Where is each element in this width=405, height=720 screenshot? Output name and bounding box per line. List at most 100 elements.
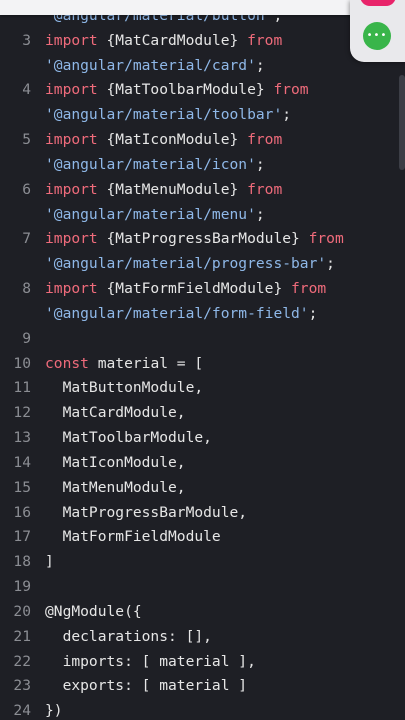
code-token: ; (255, 56, 265, 74)
code-token: ; (326, 255, 335, 273)
code-text: import {MatMenuModule} from (45, 178, 282, 203)
more-options-button[interactable]: ••• (363, 22, 391, 50)
code-text: '@angular/material/form-field'; (45, 302, 317, 327)
line-number: 4 (22, 81, 31, 99)
code-token: {MatFormFieldModule} (97, 280, 292, 298)
code-text: @NgModule({ (45, 600, 142, 625)
line-number: 6 (22, 180, 31, 198)
record-indicator[interactable] (360, 0, 396, 6)
code-line: 21 declarations: [], (0, 625, 400, 650)
code-line: '@angular/material/form-field'; (0, 302, 400, 327)
code-text: MatIconModule, (45, 451, 186, 476)
keyword-token: from (247, 131, 283, 149)
line-number: 9 (22, 329, 31, 347)
code-text: '@angular/material/card'; (45, 54, 265, 79)
line-number: 5 (22, 131, 31, 149)
code-text: ] (45, 550, 54, 575)
code-token: imports: [ material ], (45, 652, 256, 670)
line-number: 23 (13, 677, 31, 695)
code-line: 11 MatButtonModule, (0, 376, 400, 401)
code-token: MatIconModule, (45, 453, 186, 471)
string-token: '@angular/material/menu' (45, 205, 256, 223)
string-token: '@angular/material/toolbar' (45, 106, 283, 124)
top-bar (0, 0, 405, 15)
line-number: 14 (13, 453, 31, 471)
code-line: 19 (0, 575, 400, 600)
code-token: MatButtonModule, (45, 379, 204, 397)
code-text: }) (45, 699, 63, 720)
line-number: 19 (13, 578, 31, 596)
string-token: '@angular/material/card' (45, 56, 256, 74)
keyword-token: from (308, 230, 344, 248)
code-token: MatToolbarModule, (45, 429, 212, 447)
code-token: MatFormFieldModule (45, 528, 221, 546)
code-text: MatFormFieldModule (45, 525, 221, 550)
code-line: 18] (0, 550, 400, 575)
code-token: @NgModule({ (45, 602, 142, 620)
code-text: '@angular/material/icon'; (45, 153, 265, 178)
code-token: ; (282, 106, 292, 124)
line-number: 10 (13, 354, 31, 372)
code-text: '@angular/material/menu'; (45, 203, 265, 228)
keyword-token: import (45, 81, 98, 99)
keyword-token: import (45, 230, 98, 248)
code-text: MatProgressBarModule, (45, 501, 248, 526)
line-number: 16 (13, 503, 31, 521)
code-line: '@angular/material/progress-bar'; (0, 252, 400, 277)
code-viewer-screen: '@angular/material/button'; 3 import {MatC… (0, 0, 405, 720)
string-token: '@angular/material/icon' (45, 155, 256, 173)
line-number: 13 (13, 429, 31, 447)
code-token: material = [ (88, 354, 204, 372)
code-line: 4 import {MatToolbarModule} from (0, 78, 400, 103)
code-line: 3 import {MatCardModule} from (0, 29, 400, 54)
code-token: MatCardModule, (45, 404, 186, 422)
line-number: 11 (13, 379, 31, 397)
line-number: 7 (22, 230, 31, 248)
line-number: 12 (13, 404, 31, 422)
code-line: 22 imports: [ material ], (0, 650, 400, 675)
string-token: '@angular/material/form-field' (45, 304, 309, 322)
code-line: 8 import {MatFormFieldModule} from (0, 277, 400, 302)
code-text: MatButtonModule, (45, 376, 204, 401)
code-line: 15 MatMenuModule, (0, 476, 400, 501)
code-line: 9 (0, 327, 400, 352)
code-line: '@angular/material/icon'; (0, 153, 400, 178)
code-text: import {MatCardModule} from (45, 29, 282, 54)
keyword-token: import (45, 280, 98, 298)
code-token: {MatProgressBarModule} (97, 230, 309, 248)
code-token: {MatMenuModule} (97, 180, 248, 198)
code-token: ; (308, 304, 318, 322)
code-text: '@angular/material/toolbar'; (45, 103, 291, 128)
code-text: import {MatIconModule} from (45, 128, 282, 153)
code-line: '@angular/material/toolbar'; (0, 103, 400, 128)
code-text: exports: [ material ] (45, 674, 248, 699)
code-token: ] (45, 553, 54, 571)
code-line: 24}) (0, 699, 400, 720)
code-editor[interactable]: '@angular/material/button'; 3 import {MatC… (0, 4, 400, 720)
line-number: 22 (13, 652, 31, 670)
code-token: MatMenuModule, (45, 478, 186, 496)
floating-panel: ••• (350, 0, 405, 62)
code-line: 5 import {MatIconModule} from (0, 128, 400, 153)
code-token: declarations: [], (45, 627, 212, 645)
code-line: 14 MatIconModule, (0, 451, 400, 476)
keyword-token: const (45, 354, 89, 372)
code-text: imports: [ material ], (45, 650, 256, 675)
code-token: {MatToolbarModule} (97, 81, 274, 99)
keyword-token: from (247, 180, 283, 198)
keyword-token: import (45, 131, 98, 149)
code-token: ; (255, 205, 265, 223)
code-line: 7 import {MatProgressBarModule} from (0, 227, 400, 252)
code-text: import {MatToolbarModule} from (45, 78, 309, 103)
string-token: '@angular/material/progress-bar' (45, 255, 327, 273)
code-line: '@angular/material/menu'; (0, 203, 400, 228)
code-text: '@angular/material/progress-bar'; (45, 252, 335, 277)
code-line: '@angular/material/card'; (0, 54, 400, 79)
code-text: MatToolbarModule, (45, 426, 212, 451)
code-line: 12 MatCardModule, (0, 401, 400, 426)
scrollbar-thumb[interactable] (399, 75, 405, 170)
code-line: 6 import {MatMenuModule} from (0, 178, 400, 203)
code-text: MatMenuModule, (45, 476, 186, 501)
code-line: 17 MatFormFieldModule (0, 525, 400, 550)
keyword-token: from (291, 280, 327, 298)
